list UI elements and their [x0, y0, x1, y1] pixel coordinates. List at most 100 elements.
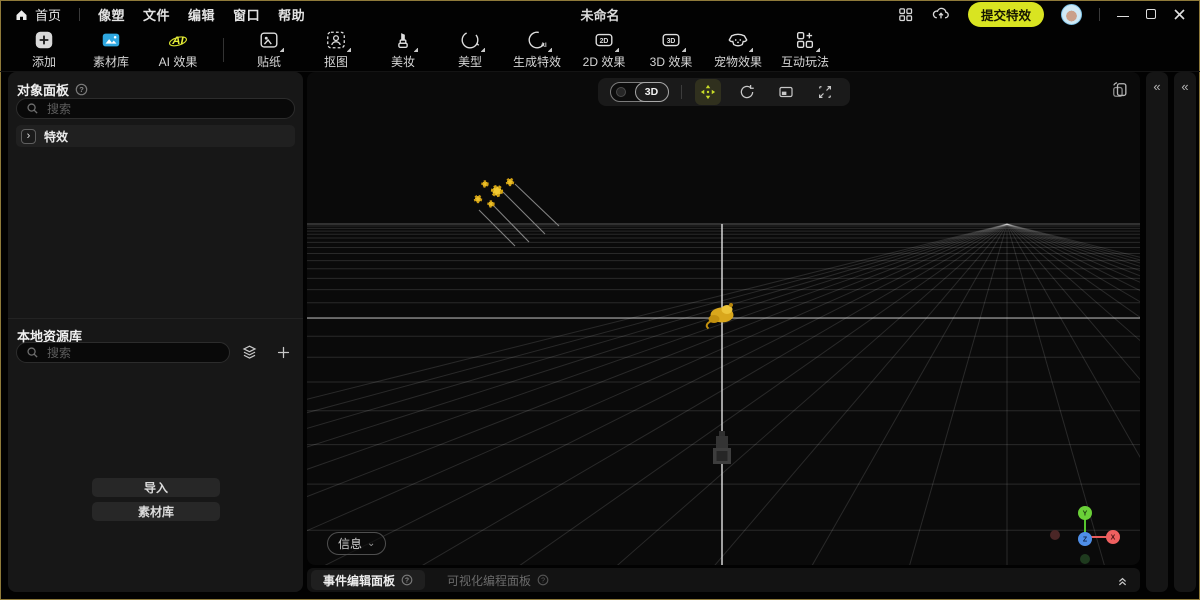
scale-tool-button[interactable]	[773, 79, 799, 105]
toolbar-generate-effect[interactable]: AI 生成特效	[511, 29, 563, 71]
object-panel-search[interactable]	[16, 98, 295, 119]
cloud-sync-icon[interactable]	[931, 4, 951, 24]
svg-text:?: ?	[79, 85, 84, 94]
menu-window[interactable]: 窗口	[233, 5, 260, 24]
info-label: 信息	[338, 535, 362, 552]
toolbar-material-library[interactable]: 素材库	[85, 29, 137, 71]
flower-cluster	[475, 179, 513, 207]
toolbar-interactive-play[interactable]: 互动玩法	[779, 29, 831, 71]
object-panel-title: 对象面板	[17, 80, 69, 99]
home-icon	[14, 7, 29, 22]
svg-text:3D: 3D	[667, 38, 676, 45]
search-input[interactable]	[45, 101, 285, 117]
titlebar-separator	[79, 8, 80, 21]
effect-2d-icon: 2D	[593, 29, 615, 51]
search-input[interactable]	[45, 345, 220, 361]
menu-xiangsu[interactable]: 像塑	[98, 5, 125, 24]
window-minimize-button[interactable]	[1117, 16, 1129, 18]
collapse-panel-button[interactable]	[1115, 573, 1130, 588]
viewport-toolbar: 3D	[598, 78, 850, 106]
cutout-icon	[325, 29, 347, 51]
help-icon: ?	[537, 574, 549, 586]
effect-3d-icon: 3D	[660, 29, 682, 51]
makeup-icon	[392, 29, 414, 51]
toolbar-ai-effect[interactable]: AI AI 效果	[152, 29, 204, 71]
library-button[interactable]: 素材库	[92, 502, 220, 521]
tree-item-effect[interactable]: › 特效	[16, 125, 295, 147]
viewport-3d[interactable]: Y X Z 3D	[307, 72, 1140, 565]
collapse-left-icon: «	[1181, 79, 1188, 94]
menu-edit[interactable]: 编辑	[188, 5, 215, 24]
main-toolbar: 添加 素材库 AI AI 效果 贴纸	[0, 28, 1200, 72]
toolbar-separator	[223, 38, 224, 62]
toolbar-2d-effect[interactable]: 2D 2D 效果	[578, 29, 630, 71]
toolbar-face-reshape[interactable]: 美型	[444, 29, 496, 71]
svg-text:X: X	[1111, 535, 1116, 542]
interactive-play-icon	[794, 29, 816, 51]
layers-icon[interactable]	[240, 343, 259, 362]
move-tool-icon	[699, 83, 717, 101]
window-close-button[interactable]	[1173, 8, 1186, 21]
help-icon[interactable]: ?	[75, 83, 88, 96]
user-avatar[interactable]	[1061, 4, 1082, 25]
svg-text:AI: AI	[171, 35, 184, 47]
toolbar-3d-effect[interactable]: 3D 3D 效果	[645, 29, 697, 71]
fit-view-button[interactable]	[812, 79, 838, 105]
scene-objects: Y X Z	[307, 72, 1140, 565]
svg-text:?: ?	[405, 577, 409, 584]
camera-object	[713, 431, 731, 464]
gold-origin-object	[707, 303, 734, 329]
toolbar-cutout[interactable]: 抠图	[310, 29, 362, 71]
rotate-tool-icon	[738, 83, 756, 101]
toolbar-add[interactable]: 添加	[18, 29, 70, 71]
object-panel-header: 对象面板 ?	[17, 80, 88, 99]
right-panel-collapsed-1[interactable]: «	[1146, 72, 1168, 592]
face-reshape-icon	[459, 29, 481, 51]
sidebar-divider	[8, 318, 303, 319]
expand-chevron-icon[interactable]: ›	[21, 129, 36, 144]
axis-gizmo[interactable]: Y X Z	[1050, 506, 1120, 564]
search-icon	[26, 346, 39, 359]
local-library-search[interactable]	[16, 342, 230, 363]
double-chevron-up-icon	[1115, 573, 1130, 588]
pet-effect-icon	[727, 29, 749, 51]
ai-effect-icon: AI	[167, 29, 189, 51]
left-sidebar: 对象面板 ? › 特效 本地资源库 导入 素材库	[8, 72, 303, 592]
menu-file[interactable]: 文件	[143, 5, 170, 24]
viewport-toolbar-separator	[681, 85, 682, 99]
search-icon	[26, 102, 39, 115]
toggle-knob	[616, 87, 626, 97]
collapse-left-icon: «	[1153, 79, 1160, 94]
mode-label: 3D	[635, 82, 669, 102]
rotate-tool-button[interactable]	[734, 79, 760, 105]
right-panel-collapsed-2[interactable]: «	[1174, 72, 1196, 592]
home-button[interactable]: 首页	[14, 5, 61, 24]
sticker-icon	[258, 29, 280, 51]
mode-toggle-3d[interactable]: 3D	[610, 82, 668, 102]
toolbar-pet-effect[interactable]: 宠物效果	[712, 29, 764, 71]
material-library-icon	[100, 29, 122, 51]
tab-visual-programming[interactable]: 可视化编程面板 ?	[435, 570, 561, 590]
bottom-bar: 事件编辑面板 ? 可视化编程面板 ?	[307, 568, 1140, 592]
info-dropdown[interactable]: 信息 ⌄	[327, 532, 386, 555]
app-window: 首页 像塑 文件 编辑 窗口 帮助 未命名 提交特效	[0, 0, 1200, 600]
rotate-screen-icon[interactable]	[1110, 80, 1130, 100]
add-resource-icon[interactable]	[275, 344, 292, 361]
svg-text:Y: Y	[1083, 511, 1088, 518]
import-button[interactable]: 导入	[92, 478, 220, 497]
window-maximize-button[interactable]	[1146, 9, 1156, 19]
svg-text:Z: Z	[1083, 537, 1088, 544]
menu-help[interactable]: 帮助	[278, 5, 305, 24]
svg-text:2D: 2D	[600, 38, 609, 45]
tab-event-editor[interactable]: 事件编辑面板 ?	[311, 570, 425, 590]
flower-trails	[479, 184, 559, 246]
scale-tool-icon	[777, 83, 795, 101]
move-tool-button[interactable]	[695, 79, 721, 105]
svg-text:?: ?	[541, 577, 545, 584]
apps-grid-icon[interactable]	[897, 6, 914, 23]
submit-effect-button[interactable]: 提交特效	[968, 2, 1044, 27]
toolbar-makeup[interactable]: 美妆	[377, 29, 429, 71]
titlebar-separator-2	[1099, 8, 1100, 21]
home-label: 首页	[35, 5, 61, 24]
toolbar-sticker[interactable]: 贴纸	[243, 29, 295, 71]
